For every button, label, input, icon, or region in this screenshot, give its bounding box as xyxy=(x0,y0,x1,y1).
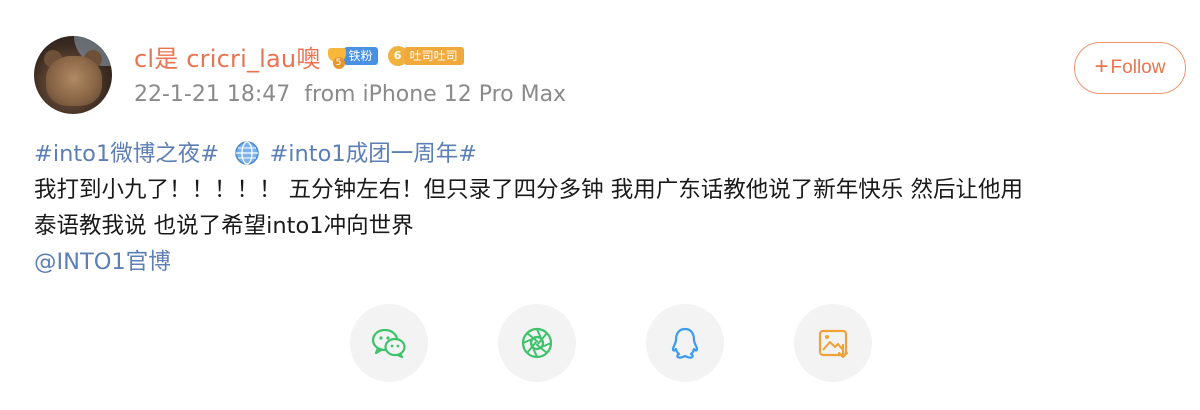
fan-badge[interactable]: 5 铁粉 xyxy=(327,45,378,69)
follow-label: Follow xyxy=(1110,57,1166,78)
avatar[interactable] xyxy=(34,36,112,114)
post-body: #into1微博之夜# #into1成团一周年# 我打到小九了！！！！！ 五分钟… xyxy=(34,136,1184,280)
follow-button[interactable]: + Follow xyxy=(1074,42,1186,94)
save-image-icon xyxy=(818,329,849,359)
share-moments-button[interactable] xyxy=(498,304,576,382)
post-text-line: 泰语教我说 也说了希望into1冲向世界 xyxy=(34,213,414,239)
moments-icon xyxy=(521,327,553,359)
wechat-icon xyxy=(371,328,406,359)
post-text-line: 我打到小九了！！！！！ 五分钟左右！但只录了四分多钟 我用广东话教他说了新年快乐… xyxy=(34,177,1023,203)
timestamp: 22-1-21 18:47 xyxy=(134,82,291,107)
fan-level: 5 xyxy=(332,57,345,69)
qq-icon xyxy=(671,327,699,359)
crown-icon: 5 xyxy=(327,45,347,69)
group-badge-label: 吐司吐司 xyxy=(403,47,464,65)
share-qq-button[interactable] xyxy=(646,304,724,382)
globe-icon xyxy=(235,141,260,165)
username[interactable]: cl是 cricri_lau噢 xyxy=(134,39,321,74)
user-info: cl是 cricri_lau噢 5 铁粉 6 吐司吐司 xyxy=(134,39,464,74)
mention-link[interactable]: @INTO1官博 xyxy=(34,249,171,275)
share-wechat-button[interactable] xyxy=(350,304,428,382)
hashtag-line: #into1微博之夜# #into1成团一周年# xyxy=(34,136,1184,172)
post-meta: 22-1-21 18:47 from iPhone 12 Pro Max xyxy=(134,82,566,107)
source: from iPhone 12 Pro Max xyxy=(304,82,567,107)
hashtag-link[interactable]: #into1微博之夜# xyxy=(34,141,219,167)
group-badge[interactable]: 6 吐司吐司 xyxy=(387,45,464,67)
fan-badge-label: 铁粉 xyxy=(343,47,378,65)
share-save-image-button[interactable] xyxy=(794,304,872,382)
plus-icon: + xyxy=(1094,53,1109,80)
mention-line: @INTO1官博 xyxy=(34,244,1184,280)
weibo-post-card: cl是 cricri_lau噢 5 铁粉 6 吐司吐司 22-1-21 18:4… xyxy=(0,0,1200,410)
share-bar xyxy=(350,304,872,382)
hashtag-link[interactable]: #into1成团一周年# xyxy=(269,141,477,167)
